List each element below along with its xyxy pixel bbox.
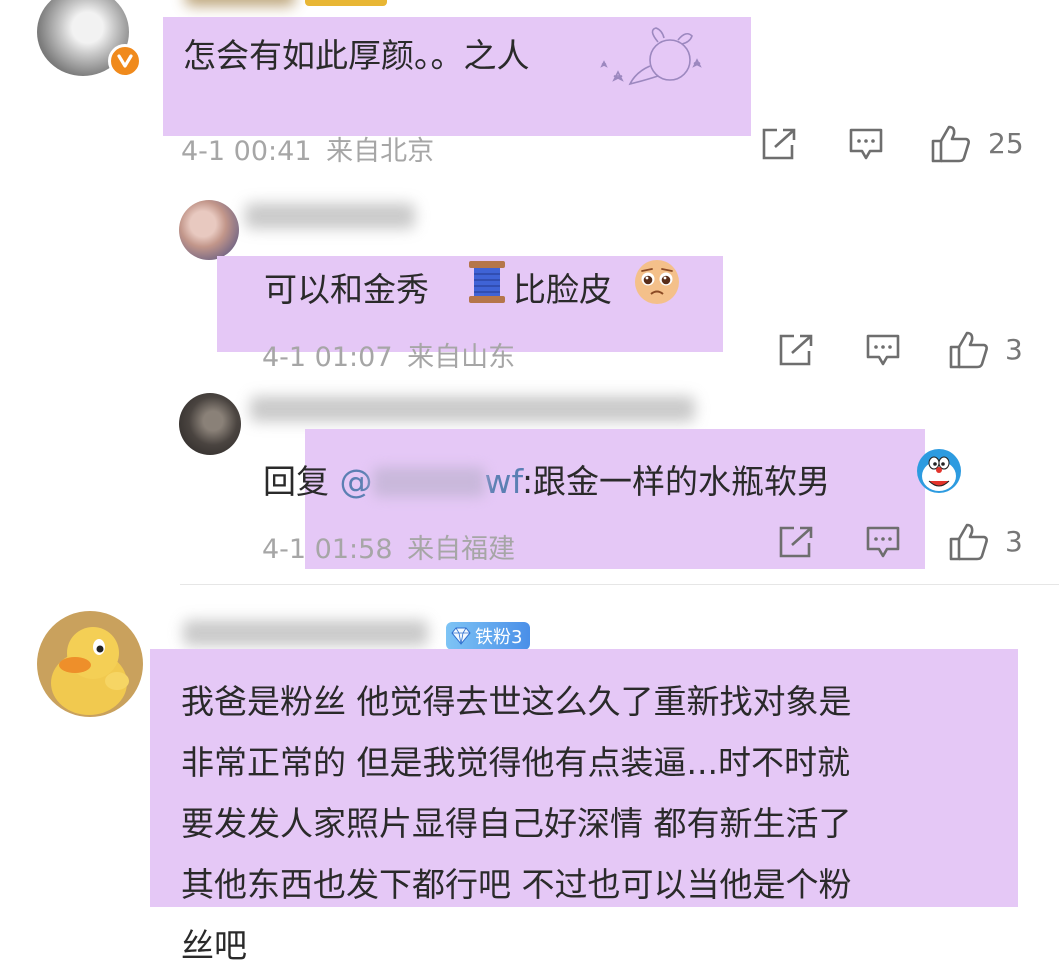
mention-redacted: [372, 467, 485, 497]
timestamp: 4-1 00:41: [181, 136, 312, 167]
comment-text-part-2: 比脸皮: [513, 270, 612, 309]
comment-line: 我爸是粉丝 他觉得去世这么久了重新找对象是: [181, 682, 852, 721]
avatar[interactable]: [179, 200, 239, 260]
mention-at: @: [339, 462, 373, 501]
username-redacted: [250, 396, 695, 422]
comment-line: 要发发人家照片显得自己好深情 都有新生活了: [181, 804, 852, 843]
share-icon[interactable]: [761, 127, 797, 161]
comment-text: 可以和金秀: [264, 263, 429, 311]
timestamp: 4-1 01:58: [262, 534, 393, 565]
thumbs-up-icon[interactable]: [948, 330, 990, 370]
timestamp: 4-1 01:07: [262, 342, 393, 373]
comment-icon[interactable]: [865, 525, 901, 561]
comment-time: 4-1 01:07 来自山东: [262, 335, 515, 374]
divider: [180, 584, 1059, 585]
thumbs-up-icon[interactable]: [948, 522, 990, 562]
username-redacted: [185, 0, 295, 6]
comment-icon[interactable]: [865, 333, 901, 369]
comment-time: 4-1 01:58 来自福建: [262, 527, 515, 566]
mention-tail: wf: [484, 462, 522, 501]
share-icon[interactable]: [778, 525, 814, 559]
fan-badge-label: 铁粉3: [475, 627, 523, 648]
comment-text-part: 可以和金秀: [264, 270, 429, 309]
location: 来自北京: [326, 136, 435, 167]
comment-line: 其他东西也发下都行吧 不过也可以当他是个粉: [181, 865, 852, 904]
avatar[interactable]: [37, 611, 143, 717]
avatar[interactable]: [179, 393, 241, 455]
comment-icon[interactable]: [848, 127, 884, 163]
location: 来自山东: [407, 342, 516, 373]
sticker-decoration: [600, 27, 702, 86]
comment-line: 丝吧: [181, 926, 247, 965]
thumbs-up-icon[interactable]: [930, 124, 972, 164]
spool-emoji: [469, 261, 505, 303]
like-count: 25: [988, 127, 1024, 160]
comment-time: 4-1 00:41 来自北京: [181, 129, 434, 168]
comment-line: 非常正常的 但是我觉得他有点装逼...时不时就: [181, 743, 850, 782]
comment-text: 回复 @ wf:跟金一样的水瓶软男: [263, 455, 830, 503]
reply-prefix: 回复: [263, 462, 329, 501]
location: 来自福建: [407, 534, 516, 565]
member-badge-icon: [305, 0, 387, 6]
comment-body: 我爸是粉丝 他觉得去世这么久了重新找对象是 非常正常的 但是我觉得他有点装逼..…: [181, 671, 852, 976]
diamond-icon: [451, 627, 471, 645]
reply-text: :跟金一样的水瓶软男: [521, 462, 831, 501]
duck-avatar-art: [51, 627, 129, 715]
like-count: 3: [1005, 525, 1023, 558]
verified-badge-icon: [108, 44, 142, 78]
username-redacted: [245, 203, 415, 229]
share-icon[interactable]: [778, 333, 814, 367]
username-redacted: [183, 620, 428, 646]
pleading-face-emoji: [635, 260, 679, 304]
comment-text: 怎会有如此厚颜。。之人: [183, 36, 530, 75]
like-count: 3: [1005, 333, 1023, 366]
mention-link[interactable]: @ wf: [340, 462, 522, 501]
fan-badge: 铁粉3: [446, 622, 531, 650]
doraemon-emoji: [917, 449, 961, 493]
